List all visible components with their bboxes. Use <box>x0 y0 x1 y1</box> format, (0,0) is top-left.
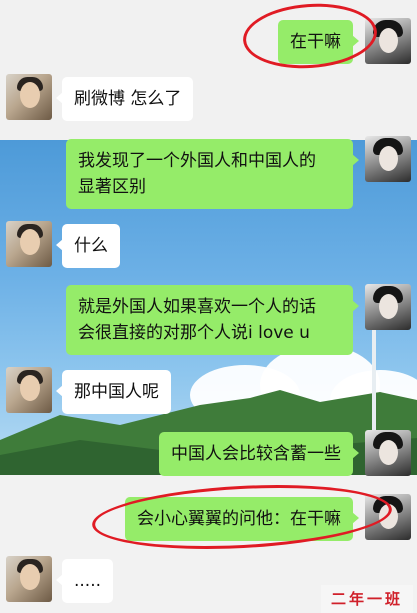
message-bubble-received[interactable]: 什么 <box>56 224 120 268</box>
avatar-self[interactable] <box>365 284 411 330</box>
avatar-contact[interactable] <box>6 556 52 602</box>
avatar-self[interactable] <box>365 430 411 476</box>
message-line: 就是外国人如果喜欢一个人的话 <box>78 297 316 317</box>
avatar-self[interactable] <box>365 136 411 182</box>
avatar-contact[interactable] <box>6 74 52 120</box>
message-bubble-received[interactable]: ..... <box>55 559 114 603</box>
message-bubble-received[interactable]: 刷微博 怎么了 <box>55 77 194 121</box>
message-line: 显著区别 <box>78 177 146 197</box>
message-bubble-received[interactable]: 那中国人呢 <box>56 370 171 414</box>
message-bubble-sent[interactable]: 就是外国人如果喜欢一个人的话 会很直接的对那个人说i love u <box>66 285 359 355</box>
avatar-contact[interactable] <box>6 221 52 267</box>
message-line: 我发现了一个外国人和中国人的 <box>78 151 316 171</box>
avatar-contact[interactable] <box>6 367 52 413</box>
watermark-label: 二年一班 <box>321 585 413 613</box>
message-bubble-sent[interactable]: 我发现了一个外国人和中国人的 显著区别 <box>66 139 359 209</box>
message-bubble-sent[interactable]: 中国人会比较含蓄一些 <box>159 432 359 476</box>
message-line: 会很直接的对那个人说i love u <box>78 323 310 343</box>
